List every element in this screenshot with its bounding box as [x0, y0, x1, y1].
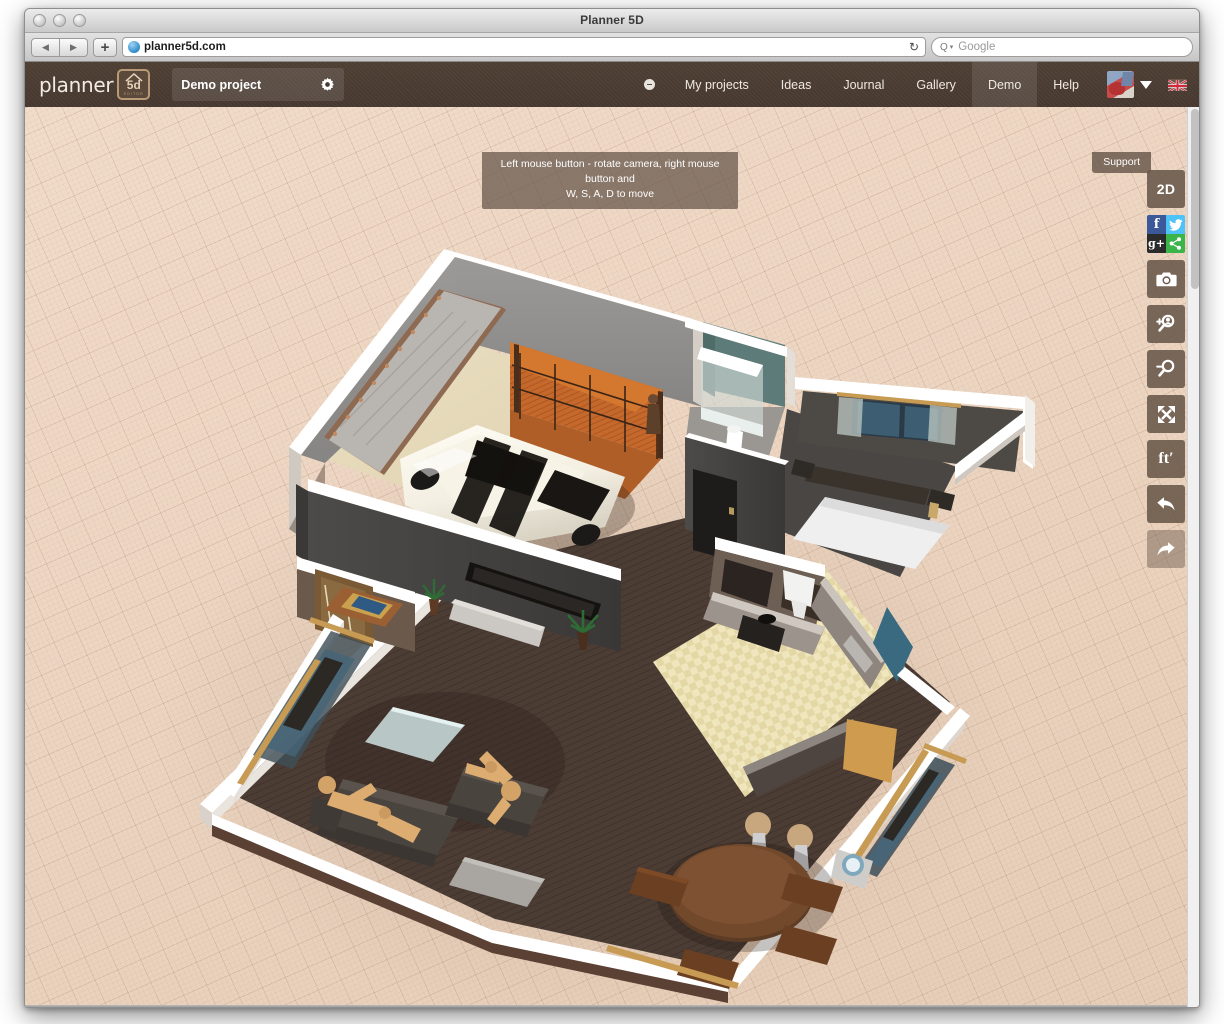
scrollbar-thumb[interactable] [1191, 109, 1199, 289]
logo-badge-sub: EDITOR [124, 92, 144, 96]
gear-icon[interactable] [320, 77, 335, 92]
search-input[interactable]: Q ▾ Google [931, 37, 1193, 57]
expand-icon [1156, 404, 1177, 425]
floorplan-3d-canvas[interactable]: 2D f g+ [25, 107, 1200, 1008]
globe-icon [128, 41, 140, 53]
view-toolbar[interactable]: 2D f g+ [1147, 170, 1185, 568]
view-2d-label: 2D [1157, 181, 1176, 197]
undo-button[interactable] [1147, 485, 1185, 523]
fullscreen-button[interactable] [1147, 395, 1185, 433]
add-person-button[interactable] [1147, 305, 1185, 343]
language-selector[interactable] [1162, 62, 1200, 107]
back-button[interactable]: ◀ [31, 38, 60, 57]
logo-wordmark: planner [39, 73, 113, 97]
nav-item-help[interactable]: Help [1037, 62, 1095, 107]
camera-hint-tooltip: Left mouse button - rotate camera, right… [482, 152, 738, 209]
chevron-down-icon[interactable] [1140, 81, 1152, 89]
search-icon: Q [940, 42, 948, 53]
zoom-minus-icon [1155, 358, 1177, 380]
nav-item-gallery[interactable]: Gallery [900, 62, 972, 107]
undo-icon [1155, 494, 1177, 514]
redo-button[interactable] [1147, 530, 1185, 568]
forward-button[interactable]: ▶ [59, 38, 88, 57]
view-2d-button[interactable]: 2D [1147, 170, 1185, 208]
zoom-person-icon [1155, 313, 1177, 335]
share-icon[interactable] [1166, 234, 1185, 253]
page-scrollbar[interactable] [1187, 107, 1200, 1008]
units-button[interactable]: ft′ [1147, 440, 1185, 478]
redo-icon [1155, 539, 1177, 559]
project-name-field[interactable]: Demo project [172, 68, 344, 101]
notifications-button[interactable] [634, 62, 669, 107]
nav-item-journal[interactable]: Journal [827, 62, 900, 107]
browser-toolbar: ◀ ▶ + planner5d.com ↻ Q ▾ Google [25, 33, 1199, 62]
new-tab-button[interactable]: + [93, 38, 117, 57]
units-label: ft′ [1158, 450, 1173, 468]
avatar[interactable] [1107, 71, 1134, 98]
search-placeholder: Google [958, 41, 995, 53]
window-bottom-edge [25, 1005, 1199, 1007]
camera-hint-line-2: W, S, A, D to move [490, 187, 730, 202]
address-bar[interactable]: planner5d.com ↻ [122, 37, 926, 57]
nav-item-demo[interactable]: Demo [972, 62, 1037, 107]
twitter-icon[interactable] [1166, 215, 1185, 234]
uk-flag-icon [1168, 79, 1187, 91]
floorplan-3d-render [25, 107, 1200, 1008]
social-share[interactable]: f g+ [1147, 215, 1185, 253]
minus-circle-icon [644, 79, 655, 90]
search-engine-chevron-icon[interactable]: ▾ [950, 43, 954, 51]
url-text: planner5d.com [144, 41, 226, 53]
page-viewport: 2D f g+ [25, 62, 1200, 1008]
logo-badge: 5d EDITOR [117, 69, 150, 100]
nav-item-ideas[interactable]: Ideas [765, 62, 828, 107]
house-icon [124, 73, 143, 82]
camera-hint-line-1: Left mouse button - rotate camera, right… [490, 157, 730, 187]
screenshot-button[interactable] [1147, 260, 1185, 298]
app-logo[interactable]: planner 5d EDITOR [25, 62, 158, 107]
project-name-text: Demo project [181, 78, 261, 92]
reload-icon[interactable]: ↻ [909, 40, 919, 54]
support-button[interactable]: Support [1092, 152, 1151, 173]
app-header: planner 5d EDITOR Demo project [25, 62, 1200, 107]
window-title: Planner 5D [25, 13, 1199, 27]
user-menu[interactable] [1095, 62, 1162, 107]
browser-window: Planner 5D ◀ ▶ + planner5d.com ↻ Q ▾ Goo… [24, 8, 1200, 1008]
header-spacer [344, 62, 634, 107]
zoom-out-button[interactable] [1147, 350, 1185, 388]
nav-item-my-projects[interactable]: My projects [669, 62, 765, 107]
google-plus-icon[interactable]: g+ [1147, 234, 1166, 253]
camera-icon [1156, 271, 1177, 288]
facebook-icon[interactable]: f [1147, 215, 1166, 234]
browser-titlebar: Planner 5D [25, 9, 1199, 33]
main-navigation[interactable]: My projects Ideas Journal Gallery Demo H… [634, 62, 1200, 107]
